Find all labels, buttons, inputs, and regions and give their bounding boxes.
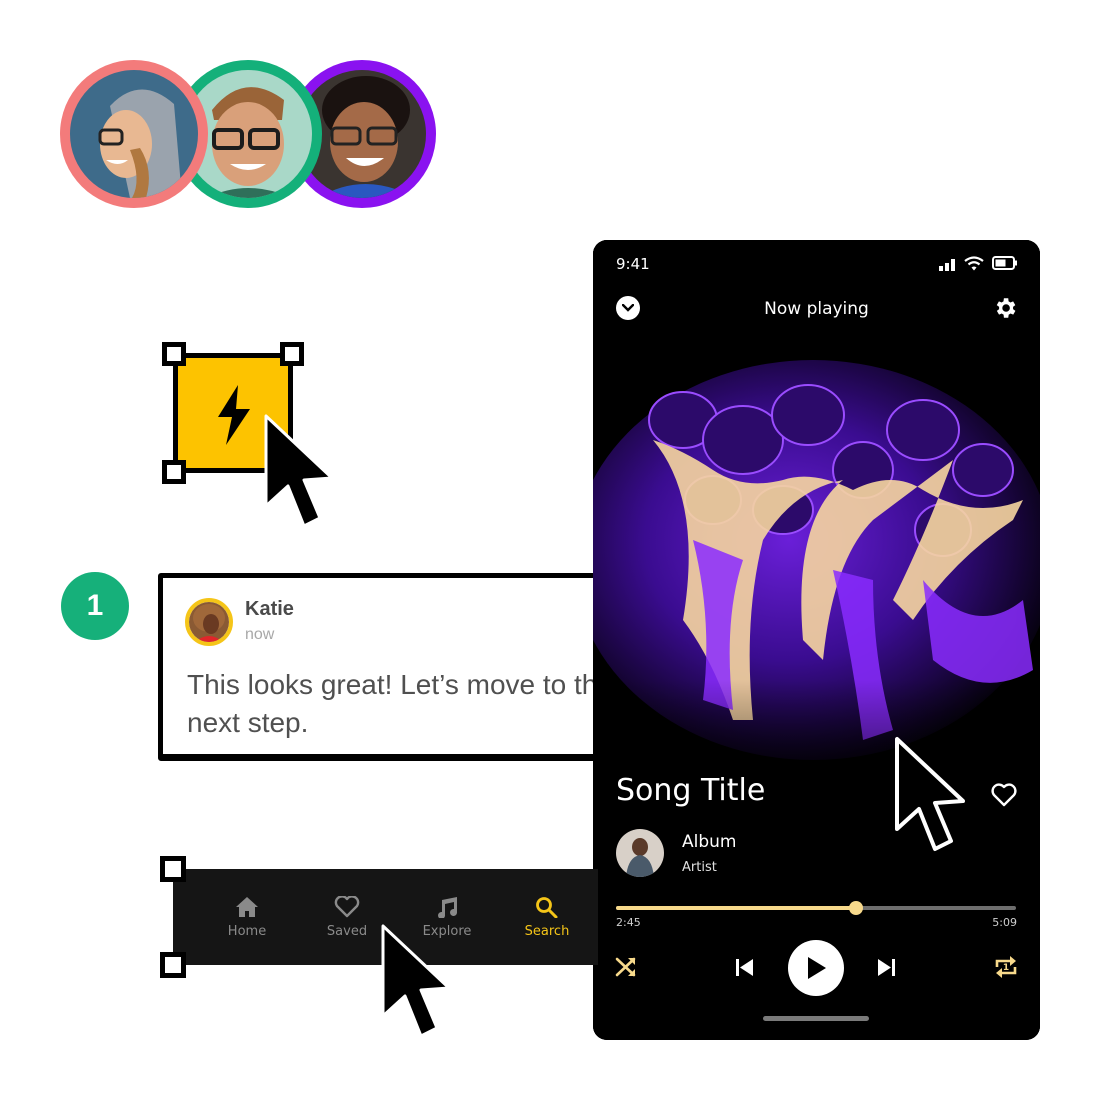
- step-badge: 1: [61, 572, 129, 640]
- nav-label: Saved: [326, 923, 368, 939]
- comment-avatar[interactable]: [185, 598, 233, 646]
- resize-handle-bottom-left[interactable]: [160, 952, 186, 978]
- svg-text:1: 1: [1003, 963, 1009, 973]
- comment-author: Katie: [245, 598, 294, 620]
- wifi-icon: [964, 256, 984, 271]
- home-indicator: [763, 1016, 869, 1021]
- comment-card[interactable]: Katie now This looks great! Let’s move t…: [158, 573, 658, 761]
- progress-fill: [616, 906, 856, 910]
- comment-text: This looks great! Let’s move to the next…: [187, 669, 613, 738]
- album-name: Album: [682, 832, 737, 852]
- cursor-arrow-icon: [264, 414, 334, 528]
- album-artwork: [593, 240, 1040, 1040]
- album-thumbnail[interactable]: [616, 829, 664, 877]
- nav-item-search[interactable]: Search: [497, 896, 597, 939]
- status-time: 9:41: [616, 255, 650, 273]
- favorite-heart-icon[interactable]: [991, 783, 1017, 807]
- resize-handle-top-right[interactable]: [280, 342, 304, 366]
- cellular-signal-icon: [939, 259, 955, 271]
- avatar-photo: [189, 602, 229, 642]
- duration-time: 5:09: [992, 916, 1017, 929]
- heart-outline-icon: [334, 895, 360, 917]
- play-button[interactable]: [788, 940, 844, 996]
- progress-knob[interactable]: [849, 901, 863, 915]
- shuffle-icon[interactable]: [615, 956, 637, 978]
- battery-icon: [992, 256, 1017, 270]
- cursor-arrow-icon: [895, 737, 965, 851]
- artist-name: Artist: [682, 860, 717, 875]
- elapsed-time: 2:45: [616, 916, 641, 929]
- avatar-photo: [70, 70, 198, 198]
- search-icon: [536, 896, 558, 918]
- step-number: 1: [86, 589, 104, 622]
- resize-handle-bottom-left[interactable]: [162, 460, 186, 484]
- song-title: Song Title: [616, 773, 766, 808]
- cursor-arrow-icon: [381, 924, 451, 1038]
- nav-label: Search: [524, 923, 570, 939]
- avatar[interactable]: [60, 60, 208, 208]
- nav-label: Home: [227, 923, 267, 939]
- comment-time: now: [245, 626, 275, 643]
- progress-slider[interactable]: [616, 901, 1016, 915]
- repeat-one-icon[interactable]: 1: [995, 955, 1017, 979]
- next-track-icon[interactable]: [877, 959, 895, 976]
- nav-item-home[interactable]: Home: [197, 896, 297, 939]
- music-note-icon: [438, 896, 458, 918]
- album-photo: [616, 829, 664, 877]
- settings-gear-icon[interactable]: [992, 295, 1018, 321]
- lightning-bolt-icon: [218, 385, 250, 445]
- resize-handle-top-left[interactable]: [160, 856, 186, 882]
- home-icon: [236, 896, 258, 917]
- music-player-screen: 9:41 Now playing Song Title Album Artist: [593, 240, 1040, 1040]
- previous-track-icon[interactable]: [736, 959, 754, 976]
- play-icon: [808, 957, 826, 979]
- header-title: Now playing: [764, 299, 869, 319]
- resize-handle-top-left[interactable]: [162, 342, 186, 366]
